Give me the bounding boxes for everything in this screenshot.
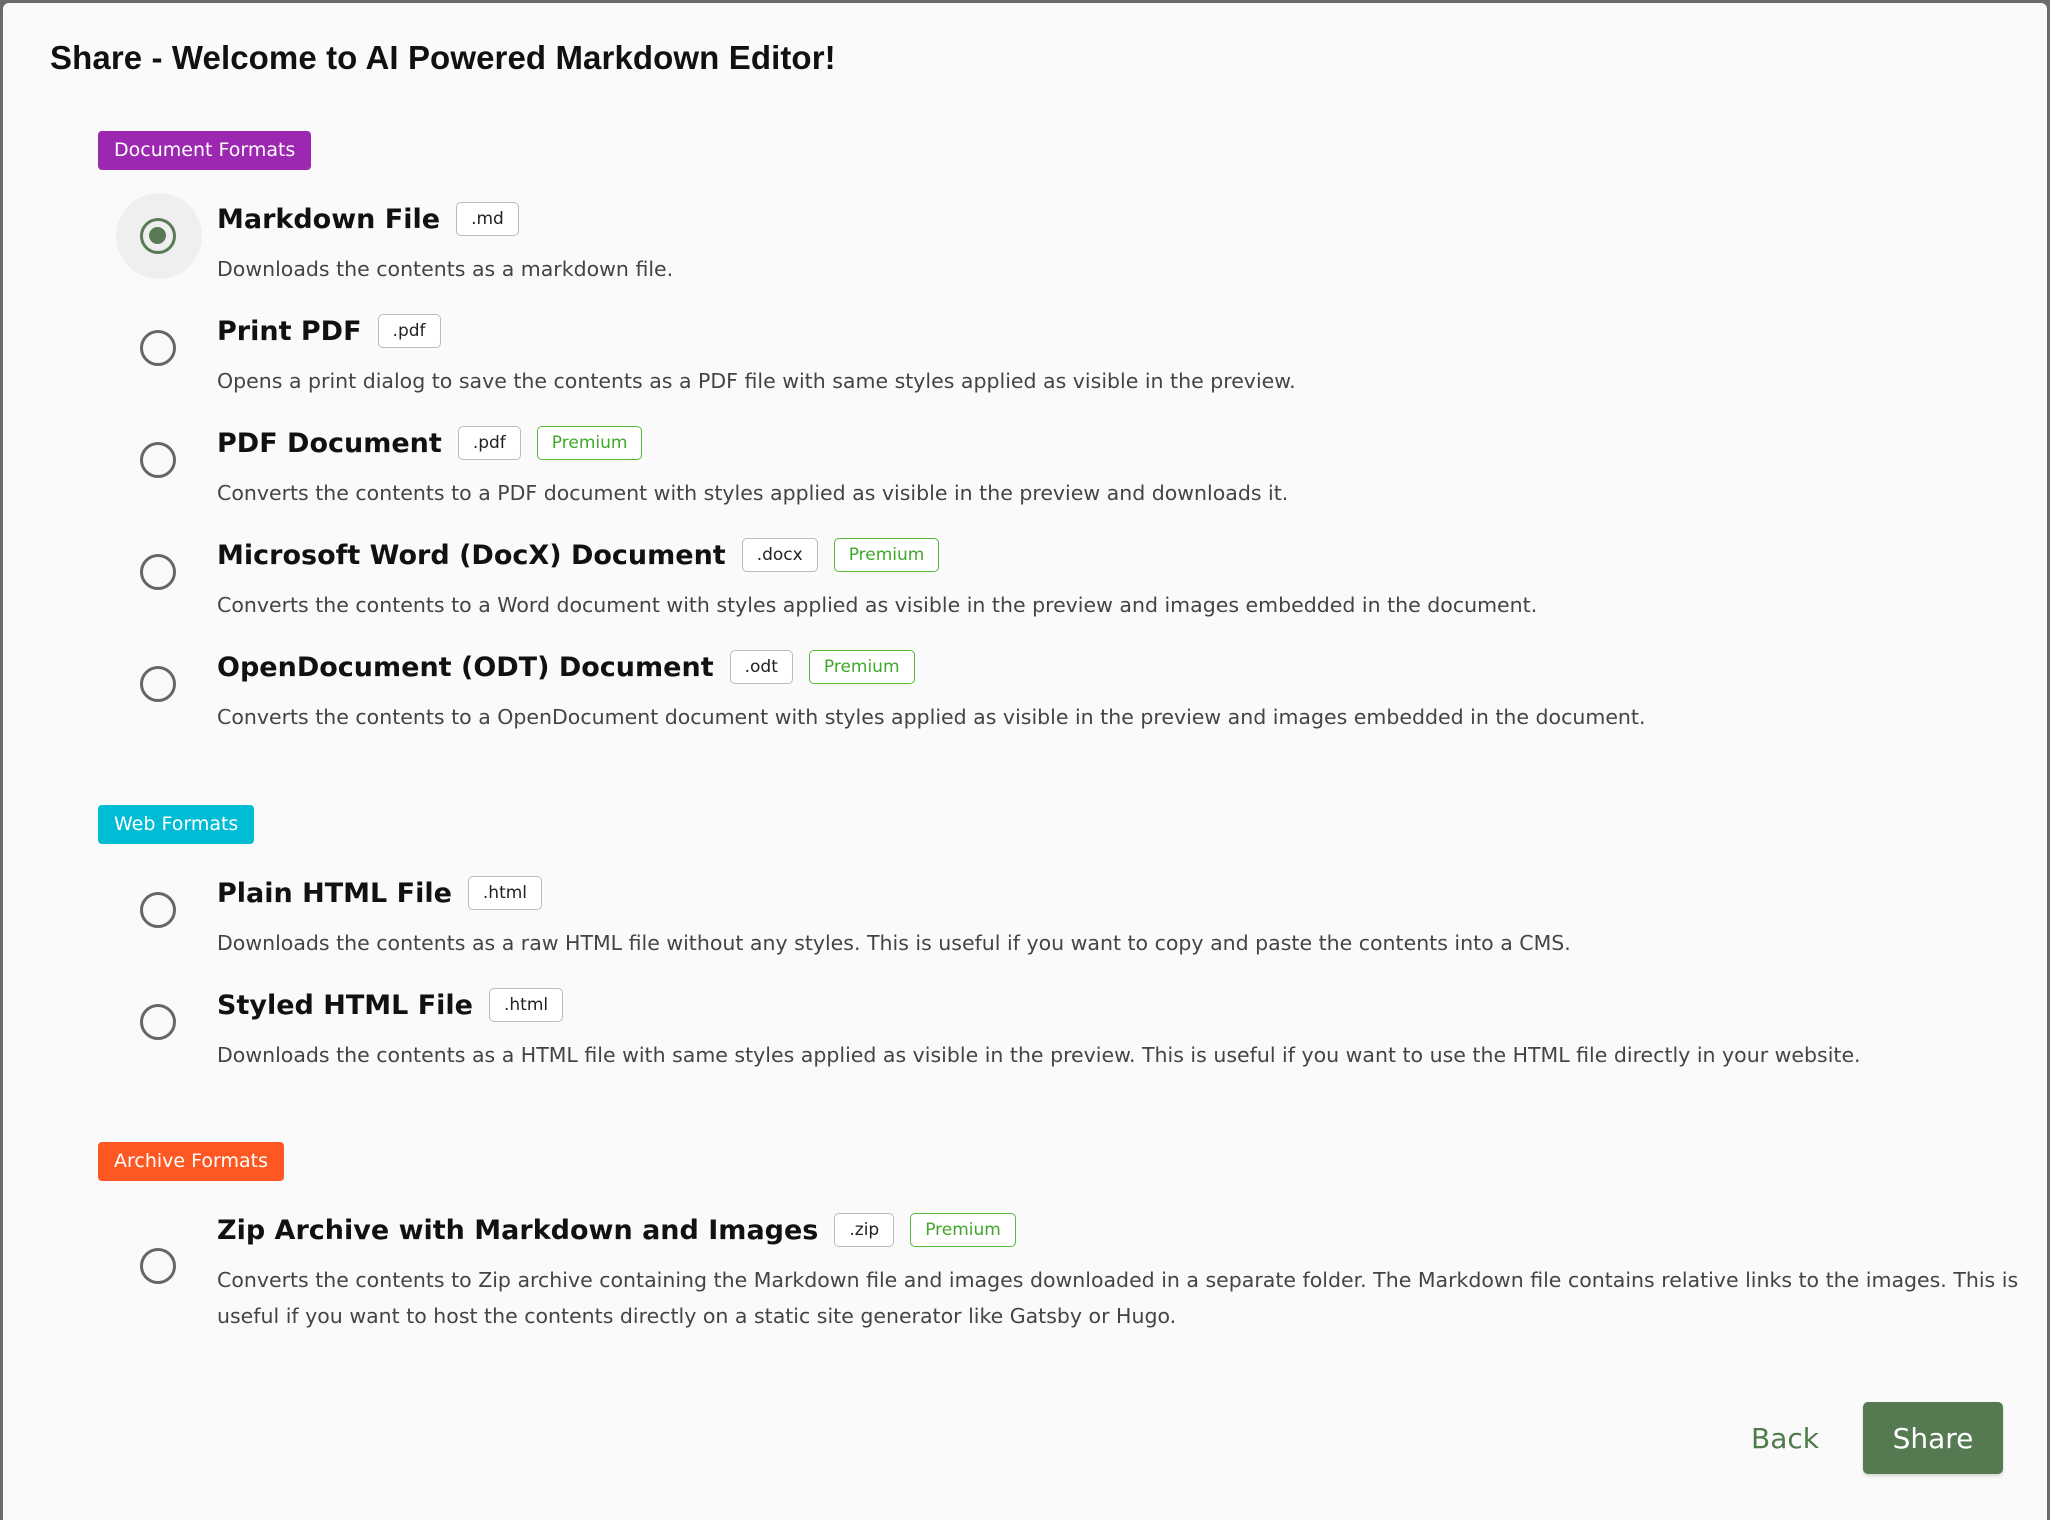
option-description: Opens a print dialog to save the content… (217, 369, 1296, 393)
option-title: PDF Document (217, 427, 442, 459)
premium-badge: Premium (910, 1213, 1016, 1247)
radio-word-document[interactable] (140, 554, 176, 590)
radio-zip-archive[interactable] (140, 1248, 176, 1284)
option-title: Microsoft Word (DocX) Document (217, 539, 726, 571)
option-title: Zip Archive with Markdown and Images (217, 1214, 819, 1246)
premium-badge: Premium (808, 650, 915, 684)
extension-tag: .md (456, 202, 519, 236)
extension-tag: .zip (834, 1213, 895, 1247)
option-description: Downloads the contents as a HTML file wi… (217, 1043, 1861, 1067)
option-title: Plain HTML File (217, 877, 452, 909)
extension-tag: .pdf (457, 426, 521, 460)
share-dialog: Share - Welcome to AI Powered Markdown E… (3, 3, 2047, 1520)
section-chip-document-formats: Document Formats (98, 131, 312, 170)
option-title: Print PDF (217, 315, 362, 347)
extension-tag: .odt (729, 650, 793, 684)
premium-badge: Premium (536, 426, 643, 460)
extension-tag: .docx (741, 538, 818, 572)
section-chip-archive-formats: Archive Formats (98, 1142, 284, 1181)
option-title: Markdown File (217, 203, 441, 235)
section-chip-web-formats: Web Formats (98, 805, 255, 844)
radio-odt-document[interactable] (140, 666, 176, 702)
premium-badge: Premium (833, 538, 940, 572)
radio-markdown-file[interactable] (140, 218, 176, 254)
radio-plain-html[interactable] (140, 892, 176, 928)
extension-tag: .html (467, 876, 543, 910)
extension-tag: .pdf (377, 314, 441, 348)
share-button[interactable]: Share (1863, 1402, 2003, 1474)
dialog-title: Share - Welcome to AI Powered Markdown E… (50, 39, 836, 76)
radio-print-pdf[interactable] (140, 330, 176, 366)
option-description: Downloads the contents as a markdown fil… (217, 257, 674, 281)
option-title: Styled HTML File (217, 989, 473, 1021)
option-description: Converts the contents to Zip archive con… (217, 1268, 2019, 1328)
extension-tag: .html (489, 988, 564, 1022)
radio-styled-html[interactable] (140, 1004, 176, 1040)
radio-pdf-document[interactable] (140, 442, 176, 478)
option-description: Converts the contents to a OpenDocument … (217, 705, 1646, 729)
option-description: Downloads the contents as a raw HTML fil… (217, 931, 1571, 955)
option-description: Converts the contents to a PDF document … (217, 481, 1289, 505)
option-title: OpenDocument (ODT) Document (217, 651, 714, 683)
option-description: Converts the contents to a Word document… (217, 593, 1538, 617)
back-button[interactable]: Back (1730, 1402, 1840, 1474)
